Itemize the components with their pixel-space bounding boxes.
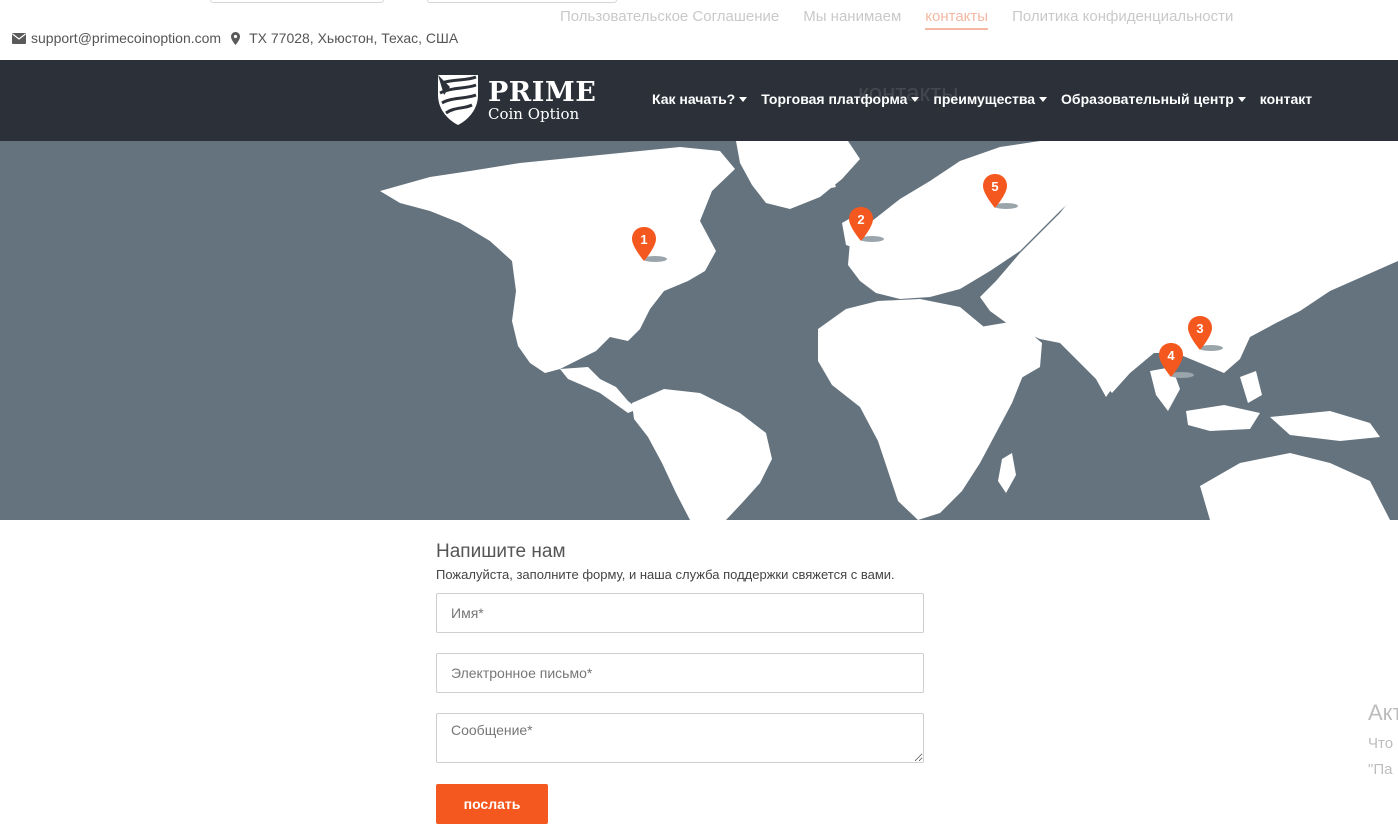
caret-down-icon (911, 96, 920, 102)
office-address: TX 77028, Хьюстон, Техас, США (249, 30, 459, 46)
activation-watermark-line2: Что (1368, 735, 1394, 752)
activation-watermark-line3: "Па (1368, 761, 1393, 778)
nav-advantages[interactable]: преимущества (933, 91, 1048, 107)
form-subtitle: Пожалуйста, заполните форму, и наша служ… (436, 567, 895, 582)
message-textarea[interactable] (436, 713, 924, 763)
map-marker-2[interactable]: 2 (848, 207, 884, 247)
ghost-input-left (210, 0, 384, 3)
envelope-icon (12, 32, 26, 44)
email-input[interactable] (436, 653, 924, 693)
map-marker-1[interactable]: 1 (631, 227, 667, 267)
map-marker-4[interactable]: 4 (1158, 343, 1194, 383)
top-link-careers[interactable]: Мы нанимаем (803, 8, 901, 30)
site-logo[interactable]: PRIME Coin Option (436, 73, 596, 127)
caret-down-icon (1039, 96, 1048, 102)
ghost-input-right (427, 0, 617, 3)
top-link-privacy[interactable]: Политика конфиденциальности (1012, 8, 1233, 30)
top-links: Пользовательское Соглашение Мы нанимаем … (560, 8, 1233, 30)
shield-logo-icon (438, 75, 478, 125)
map-pin-icon: 5 (983, 174, 1018, 209)
nav-trading-platform[interactable]: Торговая платформа (761, 91, 920, 107)
map-marker-3-label: 3 (1196, 321, 1203, 336)
nav-education-center[interactable]: Образовательный центр (1061, 91, 1246, 107)
main-header: контакты PRIME Coin Option Как начать? Т… (0, 60, 1398, 141)
nav-how-to-start[interactable]: Как начать? (652, 91, 748, 107)
logo-text-prime: PRIME (488, 76, 597, 108)
send-button[interactable]: послать (436, 784, 548, 824)
support-email[interactable]: support@primecoinoption.com (31, 30, 221, 46)
contact-info: support@primecoinoption.com TX 77028, Хь… (12, 30, 458, 46)
map-pin-icon (231, 31, 241, 45)
caret-down-icon (739, 96, 748, 102)
nav-contact[interactable]: контакт (1260, 91, 1312, 107)
top-link-user-agreement[interactable]: Пользовательское Соглашение (560, 8, 779, 30)
map-marker-2-label: 2 (857, 212, 864, 227)
name-input[interactable] (436, 593, 924, 633)
logo-text-coin-option: Coin Option (488, 104, 580, 123)
map-pin-icon: 2 (849, 207, 884, 242)
main-nav: Как начать? Торговая платформа преимущес… (652, 91, 1312, 107)
map-marker-5-label: 5 (991, 179, 998, 194)
world-map: 1 2 3 4 5 (0, 141, 1398, 520)
activation-watermark-title: Акт (1368, 700, 1398, 725)
top-link-contacts[interactable]: контакты (925, 8, 989, 30)
form-title: Напишите нам (436, 541, 566, 562)
map-marker-4-label: 4 (1167, 348, 1175, 363)
map-marker-5[interactable]: 5 (982, 174, 1018, 214)
map-pin-icon: 4 (1159, 343, 1194, 378)
map-marker-1-label: 1 (640, 232, 647, 247)
top-bar: Пользовательское Соглашение Мы нанимаем … (0, 0, 1398, 60)
caret-down-icon (1237, 96, 1246, 102)
map-pin-icon: 1 (632, 227, 667, 262)
